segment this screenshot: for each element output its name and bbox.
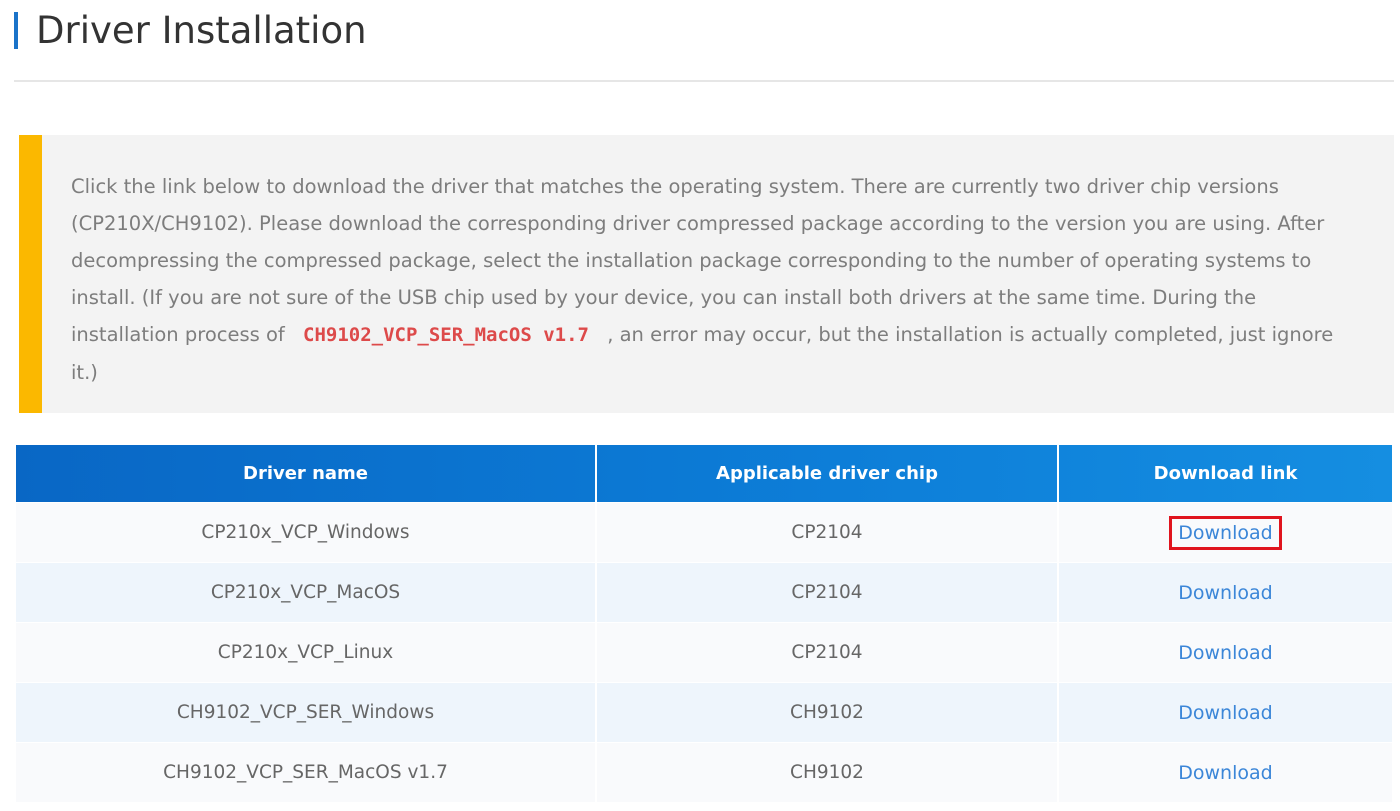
download-cell: Download <box>1058 622 1392 683</box>
page-title: Driver Installation <box>36 9 367 52</box>
driver-chip-cell: CP2104 <box>596 502 1059 563</box>
driver-name-cell: CH9102_VCP_SER_Windows <box>16 682 597 743</box>
driver-chip-cell: CP2104 <box>596 562 1059 623</box>
column-header-download-link: Download link <box>1153 463 1298 484</box>
driver-name-cell: CH9102_VCP_SER_MacOS v1.7 <box>16 742 597 802</box>
driver-table: Driver name Applicable driver chip Downl… <box>16 445 1392 802</box>
table-row: CP210x_VCP_Linux CP2104 Download <box>16 622 1392 683</box>
notice-text-before: Click the link below to download the dri… <box>71 175 1325 346</box>
title-accent-bar <box>14 12 18 49</box>
driver-name-cell: CP210x_VCP_Windows <box>16 502 597 563</box>
driver-name-cell: CP210x_VCP_Linux <box>16 622 597 683</box>
column-header-applicable-chip: Applicable driver chip <box>596 445 1059 503</box>
table-row: CP210x_VCP_MacOS CP2104 Download <box>16 562 1392 623</box>
download-cell: Download <box>1058 682 1392 743</box>
download-cell: Download <box>1058 742 1392 802</box>
download-link-ch9102-windows[interactable]: Download <box>1169 696 1281 730</box>
table-row: CH9102_VCP_SER_Windows CH9102 Download <box>16 682 1392 743</box>
download-link-cp210x-macos[interactable]: Download <box>1169 576 1281 610</box>
download-cell: Download <box>1058 562 1392 623</box>
driver-name-cell: CP210x_VCP_MacOS <box>16 562 597 623</box>
page-header: Driver Installation <box>14 0 1394 82</box>
download-link-ch9102-macos[interactable]: Download <box>1169 756 1281 790</box>
column-header-driver-name: Driver name <box>16 445 597 503</box>
notice-box: Click the link below to download the dri… <box>19 135 1394 413</box>
driver-chip-cell: CP2104 <box>596 622 1059 683</box>
driver-chip-cell: CH9102 <box>596 742 1059 802</box>
table-header-row: Driver name Applicable driver chip Downl… <box>16 445 1392 503</box>
table-row: CP210x_VCP_Windows CP2104 Download <box>16 502 1392 563</box>
driver-chip-cell: CH9102 <box>596 682 1059 743</box>
table-row: CH9102_VCP_SER_MacOS v1.7 CH9102 Downloa… <box>16 742 1392 802</box>
notice-text: Click the link below to download the dri… <box>71 168 1364 391</box>
notice-code: CH9102_VCP_SER_MacOS v1.7 <box>303 324 589 346</box>
download-link-cp210x-windows[interactable]: Download <box>1169 515 1282 550</box>
download-link-cp210x-linux[interactable]: Download <box>1169 636 1281 670</box>
download-cell: Download <box>1058 502 1392 563</box>
